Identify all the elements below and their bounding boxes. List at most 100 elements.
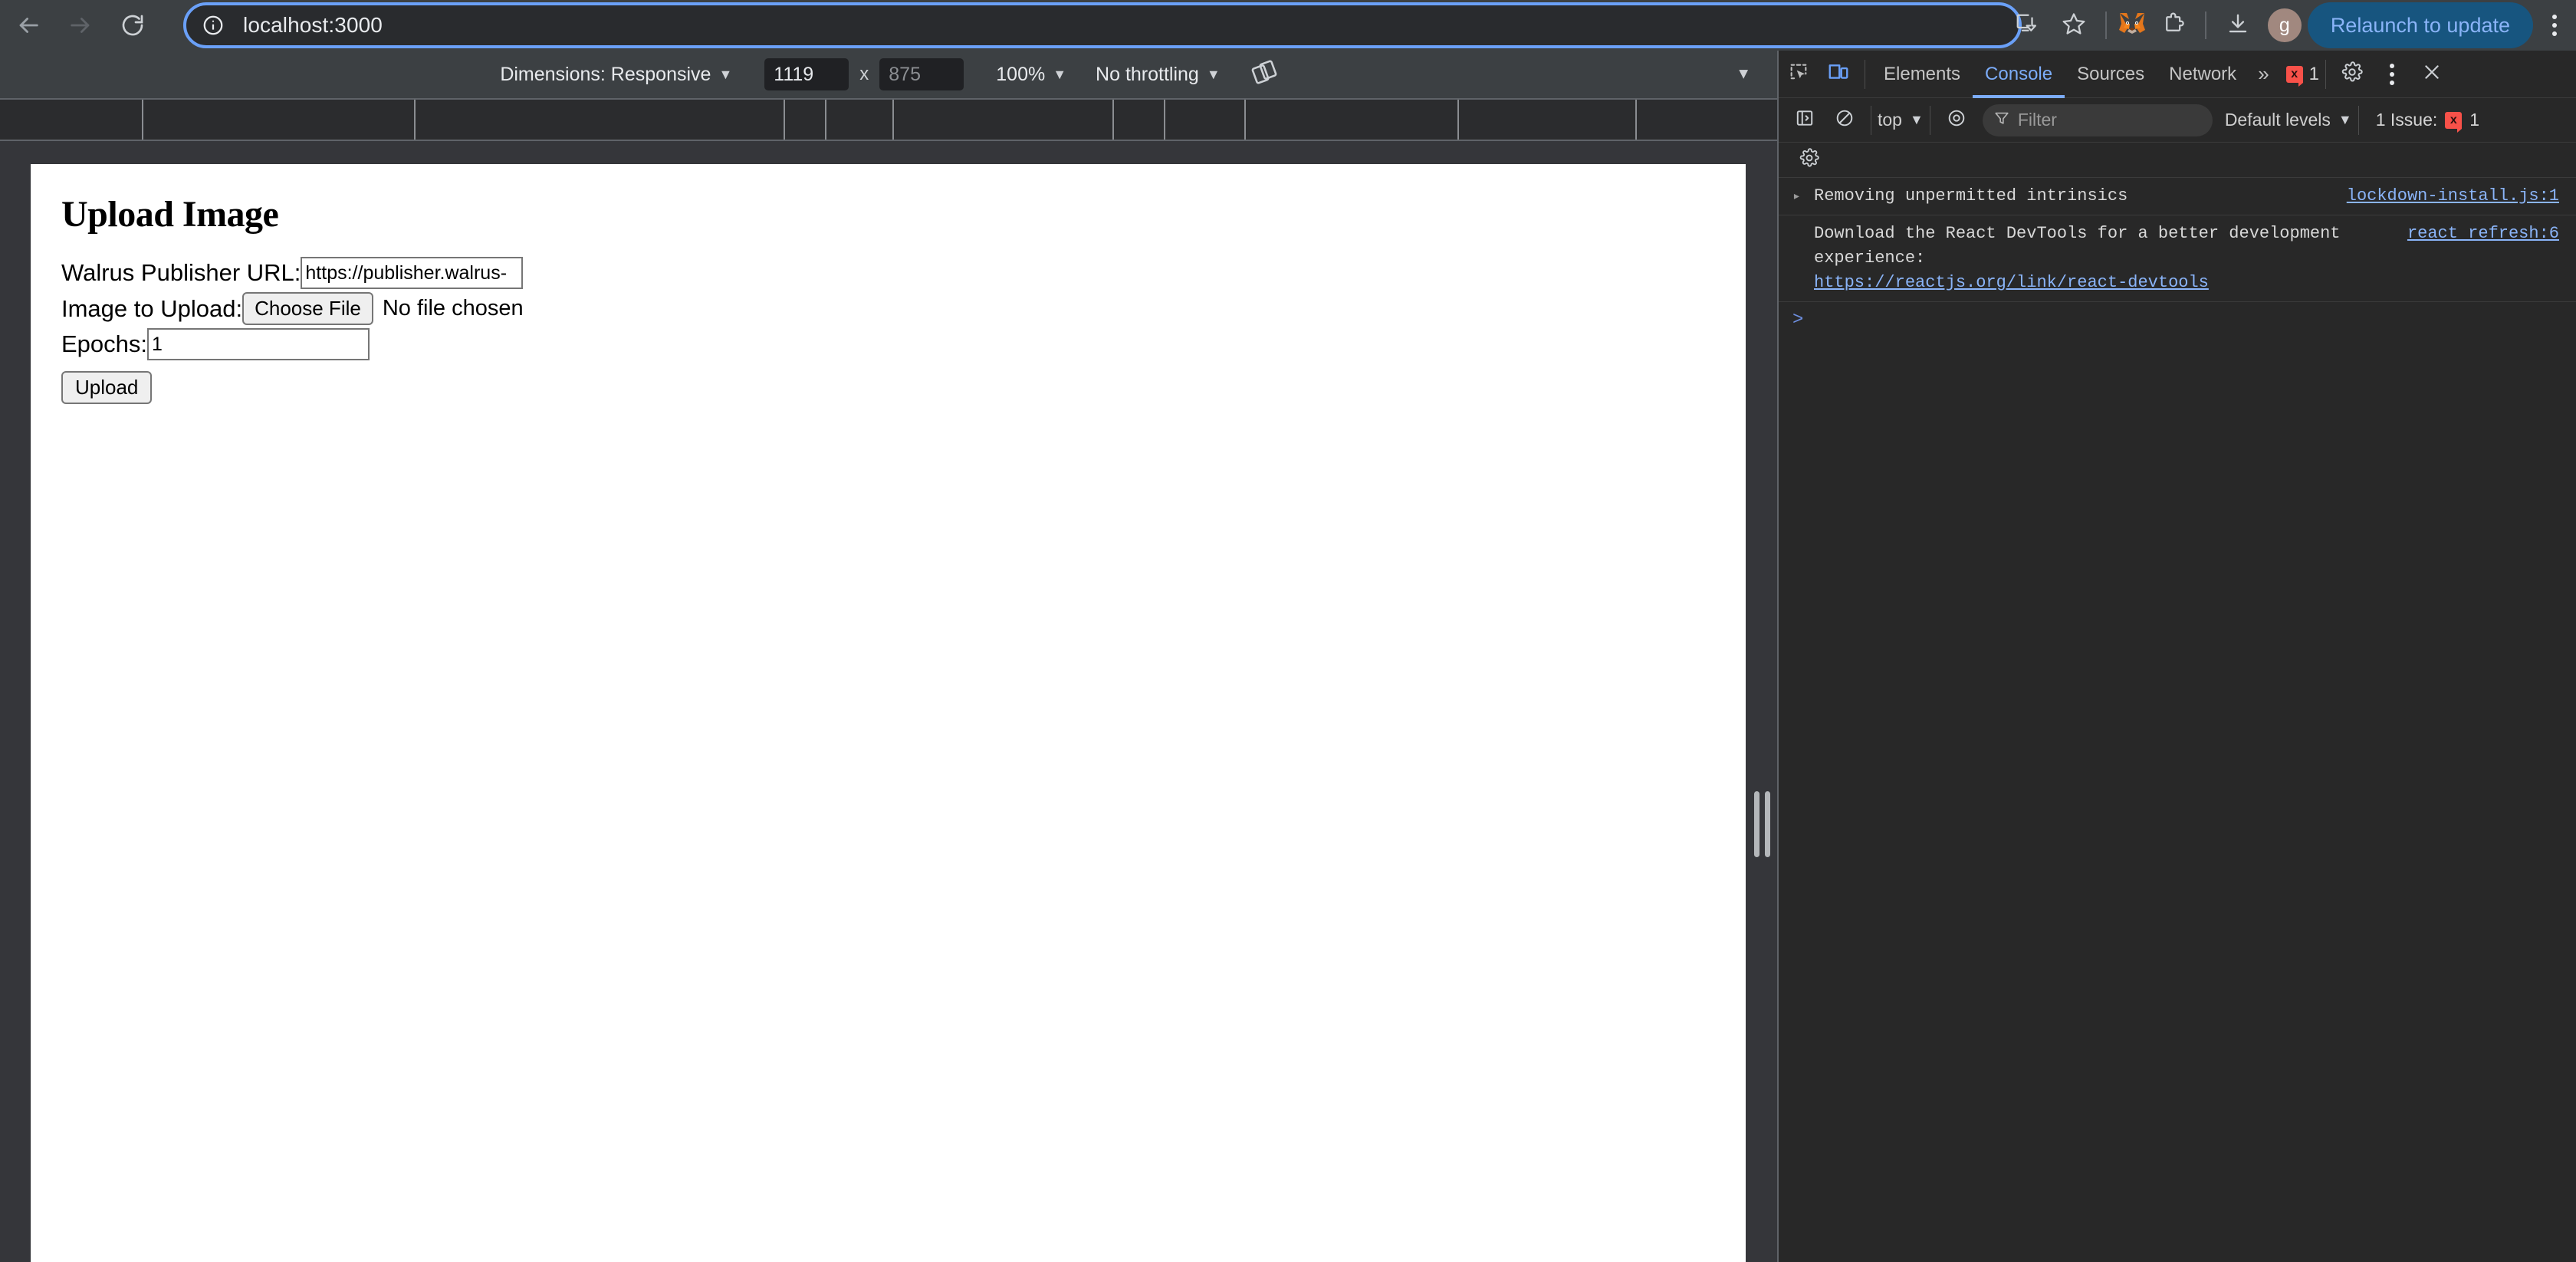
tab-network[interactable]: Network	[2157, 51, 2249, 98]
chevron-down-icon: ▼	[1206, 66, 1221, 82]
console-sidebar-toggle[interactable]	[1785, 100, 1825, 140]
console-context-select[interactable]: top ▼	[1878, 110, 1924, 130]
expand-arrow-icon[interactable]: ▸	[1792, 187, 1801, 207]
three-dot-menu-icon	[2552, 15, 2557, 36]
epochs-input[interactable]	[147, 328, 370, 360]
gear-icon	[1799, 148, 1819, 172]
tab-sources[interactable]: Sources	[2065, 51, 2157, 98]
device-height-input[interactable]	[879, 58, 964, 90]
relaunch-to-update-button[interactable]: Relaunch to update	[2307, 2, 2533, 48]
choose-file-button[interactable]: Choose File	[242, 292, 373, 325]
console-settings-button[interactable]	[1789, 140, 1829, 180]
reload-icon	[120, 13, 145, 38]
download-icon	[2226, 12, 2249, 39]
issues-summary[interactable]: 1 Issue: x 1	[2376, 110, 2480, 133]
install-app-button[interactable]	[2003, 2, 2050, 49]
epochs-row: Epochs:	[61, 328, 1732, 360]
devtools-settings-button[interactable]	[2332, 54, 2372, 94]
metamask-fox-icon	[2117, 8, 2147, 43]
arrow-right-icon	[67, 12, 94, 38]
console-filter-placeholder: Filter	[2017, 110, 2057, 130]
ruler-tick	[142, 100, 144, 140]
live-expression-icon	[1947, 108, 1967, 132]
publisher-url-label: Walrus Publisher URL:	[61, 259, 301, 287]
live-expression-button[interactable]	[1937, 100, 1976, 140]
console-settings-row	[1779, 143, 2576, 178]
forward-button[interactable]	[57, 2, 104, 49]
ruler-tick	[1164, 100, 1166, 140]
device-width-input[interactable]	[764, 58, 849, 90]
chevron-down-icon: ▼	[2338, 112, 2352, 127]
chevron-down-icon: ▼	[718, 66, 733, 82]
rotate-device-icon	[1251, 59, 1277, 90]
clear-console-icon	[1835, 108, 1855, 132]
extension-metamask-button[interactable]	[2114, 8, 2150, 43]
device-toolbar-icon	[1827, 61, 1850, 87]
upload-button[interactable]: Upload	[61, 371, 153, 404]
chrome-menu-button[interactable]	[2533, 2, 2576, 49]
devtools-error-count[interactable]: x 1	[2285, 63, 2320, 87]
device-toolbar-more-button[interactable]: ▼	[1736, 66, 1751, 84]
avatar[interactable]: g	[2267, 8, 2302, 42]
device-zoom-label: 100%	[996, 63, 1046, 85]
device-mode-toolbar: Dimensions: Responsive ▼ x 100% ▼ No thr…	[0, 51, 1777, 98]
image-upload-row: Image to Upload: Choose File No file cho…	[61, 292, 1732, 325]
ruler-tick	[1635, 100, 1637, 140]
ruler-tick	[784, 100, 786, 140]
error-badge-icon: x	[2285, 65, 2303, 87]
extensions-button[interactable]	[2150, 2, 2197, 49]
device-zoom-select[interactable]: 100% ▼	[996, 64, 1066, 86]
issues-count: 1	[2469, 110, 2480, 130]
ruler-tick	[414, 100, 416, 140]
error-badge-icon: x	[2445, 111, 2463, 133]
publisher-url-row: Walrus Publisher URL:	[61, 257, 1732, 289]
browser-toolbar-actions: g Relaunch to update	[2003, 0, 2576, 51]
console-prompt-chevron-icon: >	[1792, 309, 1804, 330]
clear-console-button[interactable]	[1825, 100, 1865, 140]
network-throttling-select[interactable]: No throttling ▼	[1096, 64, 1221, 86]
console-message-source-link[interactable]: react refresh:6	[2407, 222, 2559, 246]
react-devtools-link[interactable]: https://reactjs.org/link/react-devtools	[1814, 273, 2209, 292]
toolbar-divider-2	[2204, 12, 2206, 39]
device-toolbar-toggle[interactable]	[1819, 54, 1858, 94]
back-button[interactable]	[5, 2, 52, 49]
console-message-source-link[interactable]: lockdown-install.js:1	[2347, 184, 2559, 209]
device-dimensions-select[interactable]: Dimensions: Responsive ▼	[500, 64, 732, 86]
address-bar[interactable]: localhost:3000	[183, 2, 2022, 48]
rotate-device-button[interactable]	[1251, 59, 1277, 90]
viewport-resize-handle[interactable]	[1746, 782, 1778, 866]
error-count-label: 1	[2308, 63, 2320, 84]
downloads-button[interactable]	[2214, 2, 2262, 49]
ruler-tick	[824, 100, 826, 140]
console-filter-input[interactable]: Filter	[1982, 104, 2213, 136]
console-prompt[interactable]: >	[1779, 302, 2576, 336]
tab-console[interactable]: Console	[1973, 51, 2065, 98]
console-message[interactable]: ▸ lockdown-install.js:1 Removing unpermi…	[1779, 178, 2576, 215]
info-circle-icon[interactable]	[202, 14, 225, 37]
console-levels-select[interactable]: Default levels ▼	[2225, 110, 2352, 130]
console-message[interactable]: react refresh:6 Download the React DevTo…	[1779, 215, 2576, 302]
more-tabs-button[interactable]: »	[2249, 62, 2278, 86]
tab-elements[interactable]: Elements	[1871, 51, 1973, 98]
ruler-tick	[1244, 100, 1246, 140]
page-title: Upload Image	[61, 194, 279, 235]
three-dot-menu-icon	[2390, 63, 2395, 85]
puzzle-piece-icon	[2162, 12, 2185, 39]
reload-button[interactable]	[109, 2, 156, 49]
chevron-down-icon: ▼	[1909, 112, 1924, 127]
device-ruler[interactable]	[0, 98, 1777, 141]
page-viewport: Upload Image Walrus Publisher URL: Image…	[31, 164, 1746, 1262]
console-levels-label: Default levels	[2224, 110, 2331, 130]
devtools-close-button[interactable]	[2412, 54, 2452, 94]
inspect-element-button[interactable]	[1779, 54, 1819, 94]
avatar-initial: g	[2279, 14, 2290, 36]
bookmark-button[interactable]	[2050, 2, 2098, 49]
publisher-url-input[interactable]	[301, 257, 524, 289]
network-throttling-label: No throttling	[1096, 63, 1199, 85]
toolbar-divider	[2104, 12, 2107, 39]
ruler-tick	[892, 100, 894, 140]
console-divider-3	[2358, 105, 2359, 135]
devtools-menu-button[interactable]	[2372, 54, 2412, 94]
address-bar-url: localhost:3000	[243, 13, 383, 37]
console-toolbar: top ▼ Filter Default levels ▼ 1 Issue: x…	[1779, 98, 2576, 143]
